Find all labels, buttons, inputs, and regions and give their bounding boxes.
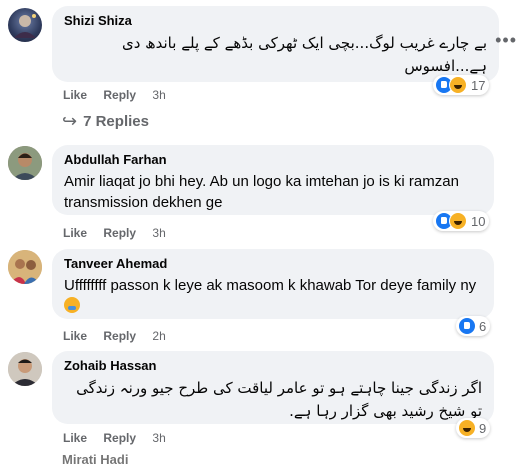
comment-text: Amir liaqat jo bhi hey. Ab un logo ka im…	[64, 173, 459, 211]
like-button[interactable]: Like	[63, 329, 87, 343]
like-button[interactable]: Like	[63, 88, 87, 102]
like-button[interactable]: Like	[63, 431, 87, 445]
avatar[interactable]	[8, 146, 42, 180]
reply-button[interactable]: Reply	[103, 431, 136, 445]
comment-bubble: Abdullah Farhan Amir liaqat jo bhi hey. …	[52, 145, 494, 215]
reaction-count: 9	[479, 420, 487, 436]
comment-actions: Like Reply 3h	[63, 431, 179, 445]
like-button[interactable]: Like	[63, 226, 87, 240]
reaction-summary[interactable]: 9	[456, 418, 491, 438]
comment-bubble: Zohaib Hassan اگر زندگی جینا چاہتے ہو تو…	[52, 351, 494, 424]
avatar[interactable]	[8, 8, 42, 42]
avatar[interactable]	[8, 250, 42, 284]
like-icon	[458, 317, 476, 335]
comment-actions: Like Reply 3h	[63, 226, 179, 240]
comment-author[interactable]: Tanveer Ahemad	[64, 256, 482, 272]
comment-text: اگر زندگی جینا چاہتے ہو تو عامر لیاقت کی…	[76, 379, 482, 420]
haha-icon	[449, 212, 467, 230]
reply-arrow-icon: ↪	[62, 111, 78, 131]
comment-timestamp[interactable]: 3h	[152, 226, 165, 240]
comment-text: Uffffffff passon k leye ak masoom k khaw…	[64, 275, 482, 317]
comment-actions: Like Reply 2h	[63, 329, 179, 343]
reaction-summary[interactable]: 17	[433, 75, 490, 95]
comment-author[interactable]: Zohaib Hassan	[64, 358, 482, 374]
crying-emoji-icon	[64, 297, 80, 313]
comment-text: بے چارے غریب لوگ...بچی ایک ٹھرکی بڈھے کے…	[121, 34, 487, 75]
reaction-count: 17	[471, 77, 486, 93]
reply-button[interactable]: Reply	[103, 226, 136, 240]
replies-label: 7 Replies	[83, 113, 149, 130]
comment-bubble: Shizi Shiza بے چارے غریب لوگ...بچی ایک ٹ…	[52, 6, 499, 82]
reply-button[interactable]: Reply	[103, 329, 136, 343]
comment-author[interactable]: Abdullah Farhan	[64, 152, 482, 168]
haha-icon	[458, 419, 476, 437]
comment-timestamp[interactable]: 2h	[152, 329, 165, 343]
comment-text-content: Uffffffff passon k leye ak masoom k khaw…	[64, 277, 477, 294]
comment-actions: Like Reply 3h	[63, 88, 179, 102]
view-replies-button[interactable]: ↪ 7 Replies	[62, 111, 149, 132]
haha-icon	[449, 76, 467, 94]
comment-timestamp[interactable]: 3h	[152, 431, 165, 445]
comment-author[interactable]: Shizi Shiza	[64, 13, 487, 29]
reaction-count: 6	[479, 318, 487, 334]
comment-timestamp[interactable]: 3h	[152, 88, 165, 102]
reaction-count: 10	[471, 213, 486, 229]
reply-button[interactable]: Reply	[103, 88, 136, 102]
reaction-summary[interactable]: 10	[433, 211, 490, 231]
more-options-icon[interactable]: •••	[495, 30, 517, 51]
comment-bubble: Tanveer Ahemad Uffffffff passon k leye a…	[52, 249, 494, 319]
avatar[interactable]	[8, 352, 42, 386]
reaction-summary[interactable]: 6	[456, 316, 491, 336]
